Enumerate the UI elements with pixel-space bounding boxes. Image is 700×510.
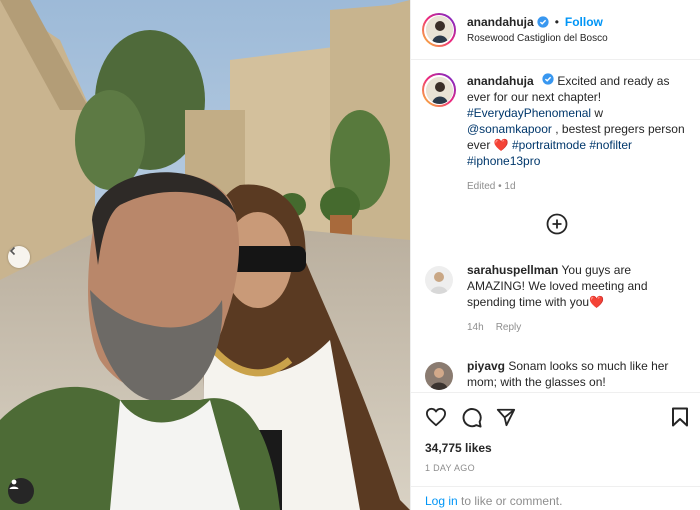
hashtag-link[interactable]: #EverydayPhenomenal bbox=[467, 106, 591, 120]
post-actions: 34,775 likes 1 DAY AGO bbox=[411, 392, 700, 473]
bookmark-icon[interactable] bbox=[671, 407, 689, 427]
comment-item: sarahuspellman You guys are AMAZING! We … bbox=[422, 262, 691, 336]
login-link[interactable]: Log in bbox=[425, 494, 458, 508]
separator-dot: • bbox=[554, 15, 559, 29]
post-photo[interactable] bbox=[0, 0, 410, 510]
previous-photo-button[interactable] bbox=[8, 246, 30, 268]
author-avatar[interactable] bbox=[422, 12, 456, 47]
paper-plane-icon[interactable] bbox=[496, 407, 516, 427]
comment-time: 14h bbox=[467, 322, 484, 333]
commenter-avatar[interactable] bbox=[425, 266, 453, 294]
caption: anandahuja Excited and ready as ever for… bbox=[422, 73, 691, 195]
mention-link[interactable]: @sonamkapoor bbox=[467, 122, 552, 136]
post-location[interactable]: Rosewood Castiglion del Bosco bbox=[467, 33, 608, 44]
comment-icon[interactable] bbox=[461, 407, 482, 428]
verified-badge-icon bbox=[537, 16, 549, 28]
comment-username[interactable]: sarahuspellman bbox=[467, 263, 558, 277]
comment-item: piyavg Sonam looks so much like her mom;… bbox=[422, 358, 691, 390]
comment-meta: 14h Reply bbox=[467, 320, 689, 336]
comments-list[interactable]: anandahuja Excited and ready as ever for… bbox=[411, 61, 700, 392]
follow-button[interactable]: Follow bbox=[565, 15, 603, 29]
login-prompt: Log in to like or comment. bbox=[411, 486, 700, 510]
heart-emoji: ❤️ bbox=[493, 138, 509, 152]
likes-count[interactable]: 34,775 likes bbox=[425, 441, 689, 455]
load-more-comments-button[interactable] bbox=[422, 213, 691, 240]
tagged-users-button[interactable] bbox=[8, 478, 34, 504]
caption-username[interactable]: anandahuja bbox=[467, 74, 534, 88]
login-prompt-text: to like or comment. bbox=[457, 494, 563, 508]
caption-meta: Edited • 1d bbox=[467, 181, 516, 192]
post-header: anandahuja • Follow Rosewood Castiglion … bbox=[411, 0, 700, 60]
caption-connector: w bbox=[591, 106, 604, 120]
verified-badge-icon bbox=[542, 73, 554, 85]
caption-avatar[interactable] bbox=[422, 73, 456, 107]
heart-emoji: ❤️ bbox=[589, 295, 605, 309]
post-photo-image bbox=[0, 0, 410, 510]
commenter-avatar[interactable] bbox=[425, 362, 453, 390]
post-date[interactable]: 1 DAY AGO bbox=[425, 463, 689, 473]
post-details-pane: anandahuja • Follow Rosewood Castiglion … bbox=[410, 0, 700, 510]
reply-button[interactable]: Reply bbox=[496, 322, 522, 333]
author-username[interactable]: anandahuja bbox=[467, 15, 534, 29]
heart-outline-icon[interactable] bbox=[425, 407, 447, 427]
plus-circle-icon bbox=[546, 213, 568, 240]
comment-username[interactable]: piyavg bbox=[467, 359, 505, 373]
